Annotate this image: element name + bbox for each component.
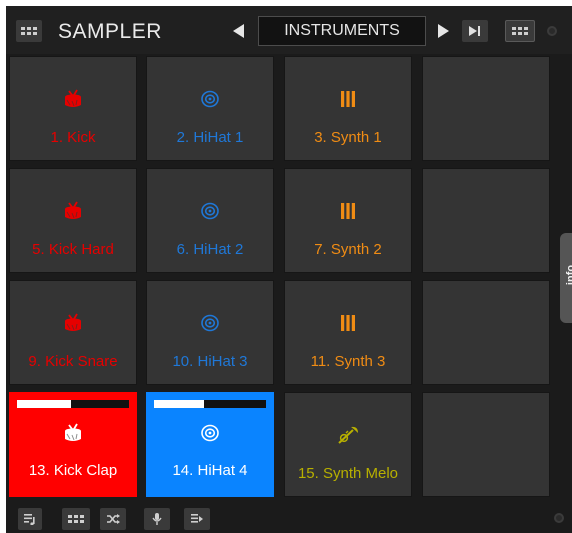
synth-bars-icon	[285, 87, 411, 111]
playlist-add-button[interactable]	[18, 508, 42, 530]
sampler-pad[interactable]: 11. Synth 3	[284, 280, 412, 385]
sampler-pad-label: 13. Kick Clap	[28, 462, 118, 479]
sampler-pad[interactable]: 3. Synth 1	[284, 56, 412, 161]
empty-sampler-pad[interactable]	[422, 56, 550, 161]
sampler-pad[interactable]: 2. HiHat 1	[146, 56, 274, 161]
grid-icon	[512, 27, 528, 35]
sampler-pad-label: 6. HiHat 2	[176, 241, 244, 258]
sampler-pad[interactable]: 7. Synth 2	[284, 168, 412, 273]
synth-bars-icon	[285, 311, 411, 335]
drum-icon	[10, 87, 136, 111]
next-bank-arrow-icon[interactable]	[438, 24, 449, 38]
drum-icon	[10, 421, 136, 445]
trumpet-icon	[285, 423, 411, 447]
cymbal-icon	[147, 421, 273, 445]
sampler-pad-label: 3. Synth 1	[314, 129, 382, 146]
sampler-pad[interactable]: 13. Kick Clap	[9, 392, 137, 497]
sampler-panel: SAMPLER INSTRUMENTS 1. Kick 2. HiHat 1 3. …	[6, 6, 572, 533]
cymbal-icon	[147, 311, 273, 335]
grid-icon	[68, 515, 84, 523]
sampler-pad-label: 2. HiHat 1	[176, 129, 244, 146]
sampler-pad-label: 5. Kick Hard	[32, 241, 114, 258]
grid-view-button[interactable]	[62, 508, 90, 530]
microphone-button[interactable]	[144, 508, 170, 530]
pad-layout-button[interactable]	[505, 20, 535, 42]
sampler-pad[interactable]: 15. Synth Melo	[284, 392, 412, 497]
sampler-pad-label: 10. HiHat 3	[172, 353, 248, 370]
pad-progress-bar	[154, 400, 266, 408]
sampler-header: SAMPLER INSTRUMENTS	[6, 6, 572, 54]
pad-progress-fill	[154, 400, 205, 408]
sampler-pad-label: 15. Synth Melo	[297, 465, 399, 482]
sampler-pad-label: 14. HiHat 4	[172, 462, 248, 479]
microphone-icon	[152, 513, 162, 525]
panel-options-dot[interactable]	[547, 26, 557, 36]
record-icon	[191, 514, 203, 523]
empty-sampler-pad[interactable]	[422, 168, 550, 273]
sampler-pad[interactable]: 9. Kick Snare	[9, 280, 137, 385]
sampler-pad-label: 11. Synth 3	[310, 353, 386, 370]
sampler-title: SAMPLER	[58, 20, 162, 43]
info-tab-label: info	[565, 264, 572, 286]
cymbal-icon	[147, 87, 273, 111]
sampler-pad-label: 1. Kick	[50, 129, 96, 146]
empty-sampler-pad[interactable]	[422, 280, 550, 385]
skip-next-button[interactable]	[462, 20, 488, 42]
toolbar-options-dot[interactable]	[554, 513, 564, 523]
pad-progress-bar	[17, 400, 129, 408]
drum-icon	[10, 311, 136, 335]
synth-bars-icon	[285, 199, 411, 223]
sampler-pad[interactable]: 5. Kick Hard	[9, 168, 137, 273]
layout-grid-button[interactable]	[16, 20, 42, 42]
cymbal-icon	[147, 199, 273, 223]
prev-bank-arrow-icon[interactable]	[233, 24, 244, 38]
grid-icon	[21, 27, 37, 35]
playlist-add-icon	[24, 514, 35, 525]
sampler-toolbar	[6, 500, 572, 533]
shuffle-button[interactable]	[100, 508, 126, 530]
drum-icon	[10, 199, 136, 223]
sampler-pad-label: 7. Synth 2	[314, 241, 382, 258]
sampler-pad[interactable]: 1. Kick	[9, 56, 137, 161]
skip-next-icon	[469, 26, 480, 36]
sampler-pad[interactable]: 6. HiHat 2	[146, 168, 274, 273]
shuffle-icon	[107, 514, 120, 524]
sampler-pad[interactable]: 14. HiHat 4	[146, 392, 274, 497]
empty-sampler-pad[interactable]	[422, 392, 550, 497]
bank-name-display[interactable]: INSTRUMENTS	[258, 16, 426, 46]
info-side-tab[interactable]: info	[560, 233, 572, 323]
sampler-pad-label: 9. Kick Snare	[28, 353, 118, 370]
record-button[interactable]	[184, 508, 210, 530]
sampler-pad[interactable]: 10. HiHat 3	[146, 280, 274, 385]
pad-progress-fill	[17, 400, 71, 408]
